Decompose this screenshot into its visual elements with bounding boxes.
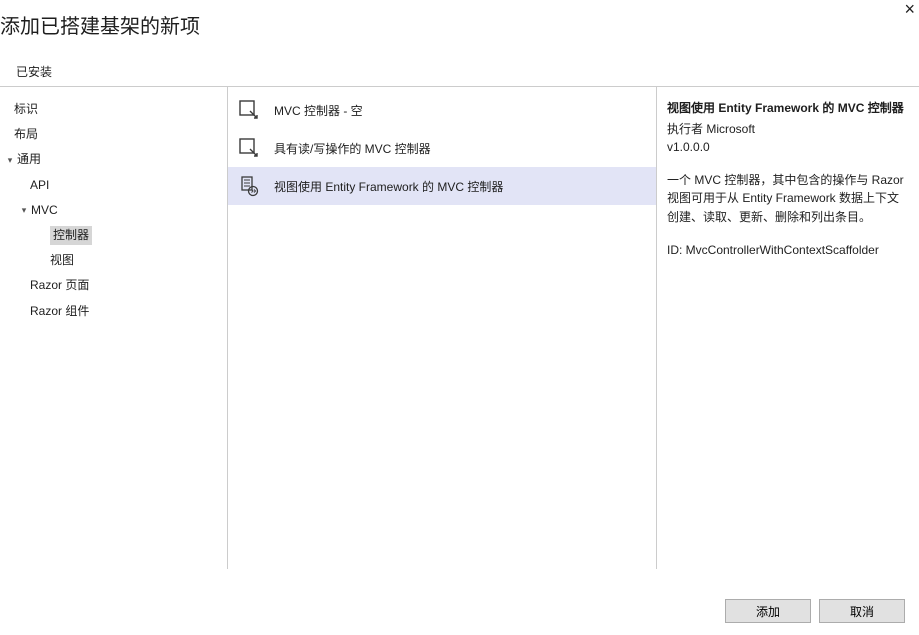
template-mvc-rw[interactable]: 具有读/写操作的 MVC 控制器 <box>228 129 656 167</box>
details-author: 执行者 Microsoft <box>667 120 907 139</box>
template-mvc-empty[interactable]: MVC 控制器 - 空 <box>228 91 656 129</box>
tree-item-controller[interactable]: 控制器 <box>0 223 227 248</box>
main-area: 标识 布局 ▾ 通用 API ▾ MVC 控制器 视图 Razor 页面 Raz… <box>0 87 919 569</box>
tree-label: 控制器 <box>50 226 92 245</box>
tree-item-mvc[interactable]: ▾ MVC <box>0 198 227 223</box>
sidebar-tree: 标识 布局 ▾ 通用 API ▾ MVC 控制器 视图 Razor 页面 Raz… <box>0 87 228 569</box>
details-id: ID: MvcControllerWithContextScaffolder <box>667 241 907 260</box>
tree-item-razor-component[interactable]: Razor 组件 <box>0 299 227 324</box>
template-list: MVC 控制器 - 空 具有读/写操作的 MVC 控制器 视图使用 Entity… <box>228 87 657 569</box>
tab-installed[interactable]: 已安装 <box>14 57 54 86</box>
tree-label: 视图 <box>50 251 74 270</box>
tree-item-view[interactable]: 视图 <box>0 248 227 273</box>
tree-item-api[interactable]: API <box>0 173 227 198</box>
template-mvc-ef-views[interactable]: 视图使用 Entity Framework 的 MVC 控制器 <box>228 167 656 205</box>
controller-ef-icon <box>238 175 260 197</box>
controller-icon <box>238 99 260 121</box>
tree-label: Razor 组件 <box>30 302 89 321</box>
dialog-footer: 添加 取消 <box>725 599 905 623</box>
tree-item-layout[interactable]: 布局 <box>0 122 227 147</box>
tree-item-razor-page[interactable]: Razor 页面 <box>0 273 227 298</box>
tree-label: Razor 页面 <box>30 276 89 295</box>
dialog-title: 添加已搭建基架的新项 <box>0 0 919 57</box>
cancel-button[interactable]: 取消 <box>819 599 905 623</box>
details-version: v1.0.0.0 <box>667 138 907 157</box>
close-button[interactable]: × <box>904 0 915 18</box>
tree-label: 通用 <box>17 150 41 169</box>
details-description: 一个 MVC 控制器，其中包含的操作与 Razor 视图可用于从 Entity … <box>667 171 907 227</box>
template-label: 视图使用 Entity Framework 的 MVC 控制器 <box>274 178 503 195</box>
details-panel: 视图使用 Entity Framework 的 MVC 控制器 执行者 Micr… <box>657 87 919 569</box>
tree-label: 标识 <box>14 100 38 119</box>
controller-icon <box>238 137 260 159</box>
tab-row: 已安装 <box>0 57 919 87</box>
chevron-down-icon: ▾ <box>4 153 16 167</box>
tree-item-identity[interactable]: 标识 <box>0 97 227 122</box>
tree-label: MVC <box>31 201 58 220</box>
template-label: MVC 控制器 - 空 <box>274 102 363 119</box>
add-button[interactable]: 添加 <box>725 599 811 623</box>
tree-label: 布局 <box>14 125 38 144</box>
details-title: 视图使用 Entity Framework 的 MVC 控制器 <box>667 99 907 118</box>
tree-item-common[interactable]: ▾ 通用 <box>0 147 227 172</box>
template-label: 具有读/写操作的 MVC 控制器 <box>274 140 431 157</box>
tree-label: API <box>30 176 49 195</box>
chevron-down-icon: ▾ <box>18 203 30 217</box>
